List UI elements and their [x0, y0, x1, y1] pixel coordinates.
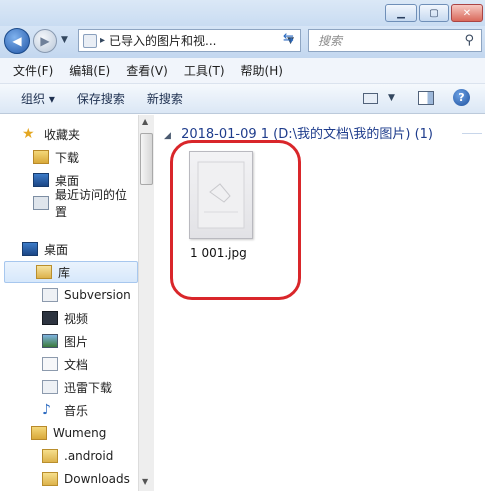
sidebar-item-label: 桌面	[44, 242, 69, 257]
recent-places-icon	[33, 196, 49, 210]
command-toolbar: 组织 ▾ 保存搜索 新搜索 ▼ ?	[0, 84, 485, 114]
title-bar: ▁ ▢ ✕	[0, 0, 485, 26]
back-arrow-icon: ◀	[12, 34, 22, 48]
address-path: 已导入的图片和视...	[109, 34, 217, 48]
back-button[interactable]: ◀	[4, 28, 30, 54]
sidebar-item-thunder-downloads[interactable]: 迅雷下载	[0, 376, 138, 398]
sidebar-item-label: 视频	[64, 311, 89, 326]
scroll-up-icon[interactable]: ▲	[142, 117, 148, 126]
documents-icon	[42, 357, 58, 371]
sidebar-item-label: 音乐	[64, 403, 89, 418]
sidebar-item-label: Subversion	[64, 288, 131, 302]
sidebar-item-subversion[interactable]: Subversion	[0, 284, 138, 306]
save-search-button[interactable]: 保存搜索	[77, 90, 125, 107]
subversion-library-icon	[42, 288, 58, 302]
music-icon: ♪	[42, 402, 51, 418]
sidebar-item-label: 图片	[64, 334, 89, 349]
history-dropdown-icon[interactable]: ▼	[61, 35, 68, 45]
scrollbar-thumb[interactable]	[140, 133, 153, 185]
sidebar-item-label: 文档	[64, 357, 89, 372]
view-options-icon[interactable]	[363, 93, 378, 104]
sidebar-item-downloads[interactable]: 下载	[0, 146, 138, 168]
sidebar-item-label: 下载	[55, 150, 80, 165]
navigation-bar: ◀ ▶ ▼ ▸ 已导入的图片和视... ▼ ⇆ 搜索 ⚲	[0, 26, 485, 58]
star-icon: ★	[22, 126, 35, 142]
forward-button[interactable]: ▶	[33, 29, 57, 53]
sidebar-item-label: 最近访问的位置	[55, 188, 128, 219]
sidebar-item-label: .android	[64, 449, 114, 463]
close-button[interactable]: ✕	[451, 4, 483, 22]
maximize-icon: ▢	[429, 7, 439, 19]
desktop-icon	[22, 242, 38, 256]
menu-view[interactable]: 查看(V)	[126, 62, 168, 79]
sidebar-item-documents[interactable]: 文档	[0, 353, 138, 375]
sidebar-item-desktop[interactable]: 桌面	[0, 238, 138, 260]
videos-icon	[42, 311, 58, 325]
organize-button[interactable]: 组织 ▾	[21, 90, 55, 107]
view-options-dropdown-icon[interactable]: ▼	[388, 93, 395, 103]
sidebar-scrollbar[interactable]: ▲ ▼	[138, 115, 154, 491]
pictures-icon	[42, 334, 58, 348]
file-list: ◢ 2018-01-09 1 (D:\我的文档\我的图片) (1) 1 001.…	[156, 115, 485, 491]
search-icon[interactable]: ⚲	[464, 33, 474, 48]
menu-help[interactable]: 帮助(H)	[241, 62, 283, 79]
sidebar-item-label: 迅雷下载	[64, 380, 113, 395]
highlight-annotation	[170, 140, 301, 300]
search-input[interactable]: 搜索	[309, 32, 464, 49]
navigation-pane: ★ 收藏夹 下载 桌面 最近访问的位置 桌面 库 Subversion 视频 图…	[0, 115, 153, 491]
folder-search-icon	[83, 33, 97, 48]
sidebar-item-user[interactable]: Wumeng	[0, 422, 138, 444]
minimize-icon: ▁	[397, 7, 405, 19]
sidebar-item-downloads-folder[interactable]: Downloads	[0, 468, 138, 490]
new-search-button[interactable]: 新搜索	[147, 90, 183, 107]
folder-icon	[42, 472, 58, 486]
maximize-button[interactable]: ▢	[419, 4, 449, 22]
desktop-icon	[33, 173, 49, 187]
help-icon[interactable]: ?	[453, 89, 470, 106]
refresh-icon[interactable]: ⇆	[283, 31, 294, 46]
breadcrumb-separator-icon: ▸	[100, 35, 106, 46]
thunder-downloads-icon	[42, 380, 58, 394]
sidebar-item-music[interactable]: ♪ 音乐	[0, 399, 138, 421]
menu-bar: 文件(F) 编辑(E) 查看(V) 工具(T) 帮助(H)	[0, 58, 485, 84]
forward-arrow-icon: ▶	[40, 34, 50, 48]
sidebar-item-android[interactable]: .android	[0, 445, 138, 467]
menu-edit[interactable]: 编辑(E)	[69, 62, 110, 79]
group-divider	[462, 133, 482, 134]
downloads-folder-icon	[33, 150, 49, 164]
search-box[interactable]: 搜索 ⚲	[308, 29, 482, 52]
menu-file[interactable]: 文件(F)	[13, 62, 53, 79]
address-bar[interactable]: ▸ 已导入的图片和视... ▼	[78, 29, 301, 52]
library-icon	[36, 265, 52, 279]
scroll-down-icon[interactable]: ▼	[142, 477, 148, 486]
menu-tools[interactable]: 工具(T)	[184, 62, 225, 79]
sidebar-item-label: 库	[58, 265, 71, 280]
preview-pane-icon[interactable]	[418, 91, 434, 105]
sidebar-item-label: 收藏夹	[44, 127, 81, 142]
sidebar-item-label: Downloads	[64, 472, 130, 486]
user-folder-icon	[31, 426, 47, 440]
sidebar-item-library[interactable]: 库	[4, 261, 138, 283]
sidebar-item-pictures[interactable]: 图片	[0, 330, 138, 352]
folder-icon	[42, 449, 58, 463]
collapse-icon[interactable]: ◢	[164, 131, 171, 141]
sidebar-item-videos[interactable]: 视频	[0, 307, 138, 329]
sidebar-item-label: Wumeng	[53, 426, 107, 440]
sidebar-item-favorites[interactable]: ★ 收藏夹	[0, 123, 138, 145]
sidebar-item-recent-places[interactable]: 最近访问的位置	[0, 188, 138, 219]
close-icon: ✕	[462, 7, 472, 19]
minimize-button[interactable]: ▁	[385, 4, 417, 22]
